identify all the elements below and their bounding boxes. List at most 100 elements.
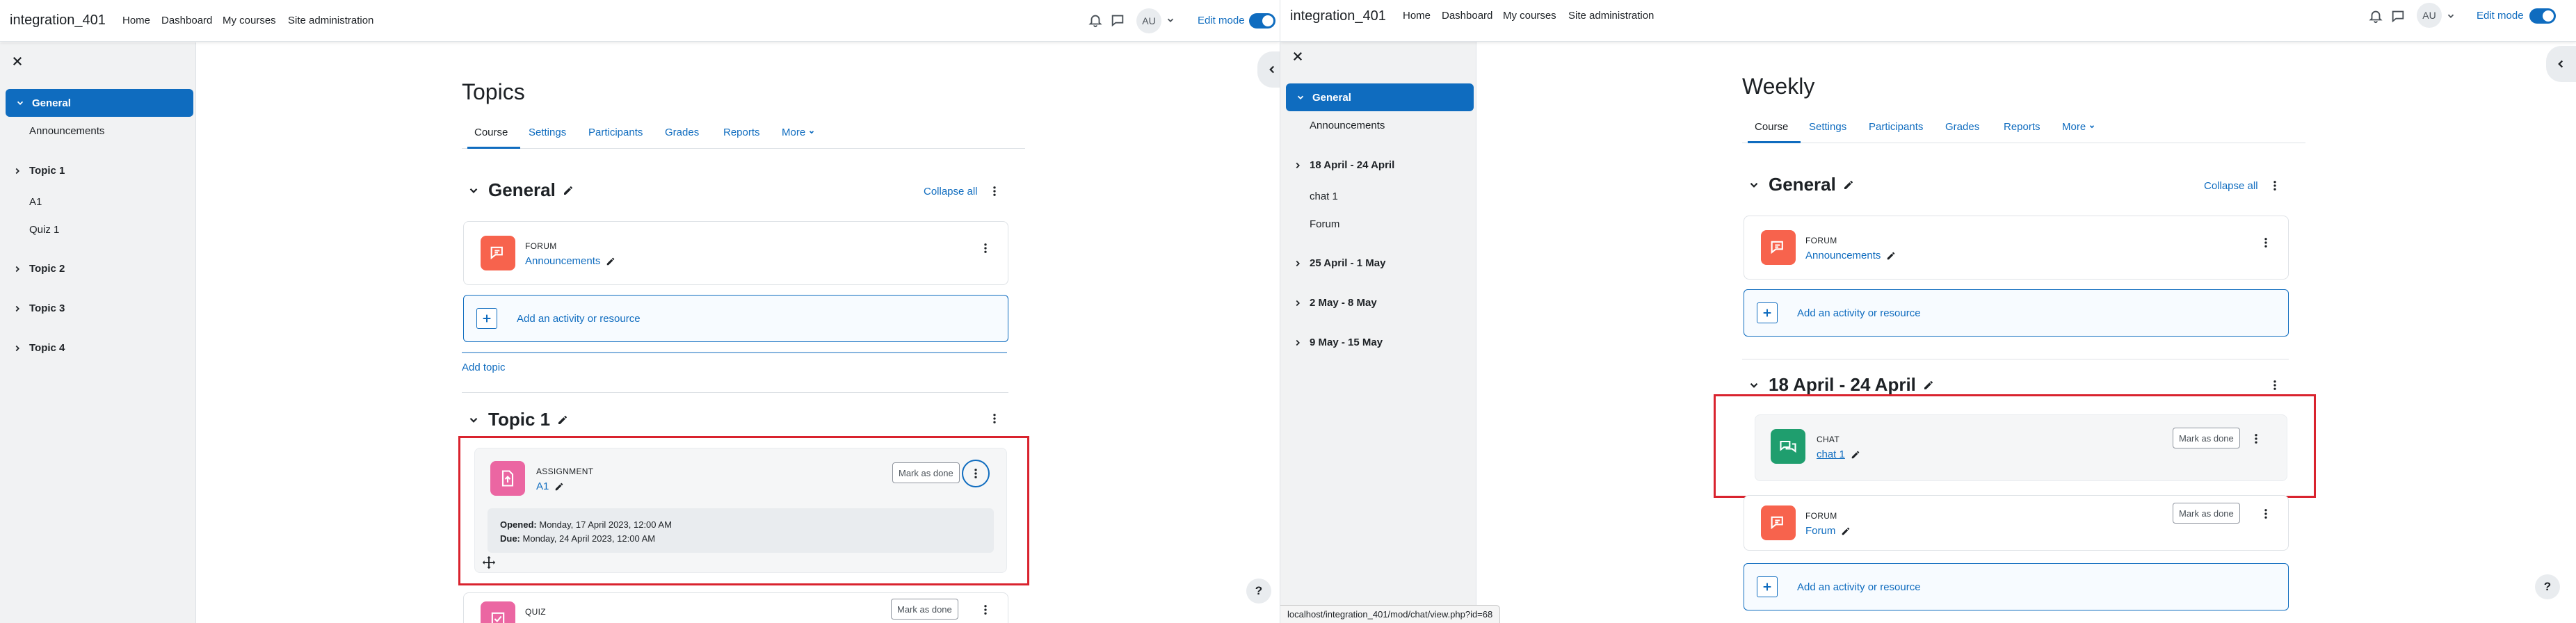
nav-home[interactable]: Home: [122, 15, 150, 26]
pencil-icon[interactable]: [1841, 526, 1851, 536]
message-icon[interactable]: [1110, 13, 1125, 28]
chevron-right-icon[interactable]: [1293, 161, 1303, 170]
nav-dashboard[interactable]: Dashboard: [161, 15, 212, 26]
pencil-icon[interactable]: [1843, 179, 1854, 191]
activity-name-link[interactable]: Forum: [1805, 525, 1851, 537]
course-index-activity[interactable]: chat 1: [1310, 191, 1338, 202]
add-topic-divider: [462, 352, 1007, 353]
tab-course[interactable]: Course: [1755, 121, 1788, 133]
avatar[interactable]: AU: [2417, 3, 2442, 28]
block-drawer-toggle[interactable]: [2546, 46, 2576, 82]
bell-icon[interactable]: [1088, 13, 1103, 28]
course-index-item-general[interactable]: General: [1286, 83, 1474, 111]
course-index-activity[interactable]: Announcements: [29, 125, 104, 137]
pencil-icon[interactable]: [563, 185, 574, 196]
close-icon[interactable]: [11, 55, 24, 67]
mark-as-done-button[interactable]: Mark as done: [2173, 503, 2240, 524]
pencil-icon[interactable]: [1886, 251, 1896, 261]
chevron-right-icon[interactable]: [1293, 259, 1303, 268]
nav-dashboard[interactable]: Dashboard: [1442, 10, 1492, 22]
chevron-down-icon[interactable]: [1166, 15, 1175, 25]
block-drawer-toggle[interactable]: [1257, 51, 1280, 88]
add-activity-button[interactable]: Add an activity or resource: [1744, 289, 2289, 337]
tab-grades[interactable]: Grades: [1945, 121, 1979, 133]
add-topic-link[interactable]: Add topic: [462, 362, 506, 373]
chevron-right-icon[interactable]: [13, 343, 22, 353]
tab-grades[interactable]: Grades: [665, 127, 699, 138]
course-index-section[interactable]: 9 May - 15 May: [1293, 337, 1383, 348]
nav-site-administration[interactable]: Site administration: [288, 15, 373, 26]
bell-icon[interactable]: [2368, 8, 2383, 24]
tab-more[interactable]: More: [782, 127, 815, 138]
tab-settings[interactable]: Settings: [529, 127, 566, 138]
activity-actions-menu[interactable]: [2257, 505, 2274, 522]
nav-my-courses[interactable]: My courses: [223, 15, 276, 26]
activity-name-link[interactable]: Announcements: [525, 255, 615, 267]
section-actions-menu[interactable]: [2267, 177, 2283, 194]
course-index-activity[interactable]: A1: [29, 196, 42, 208]
tab-reports[interactable]: Reports: [2004, 121, 2040, 133]
tab-participants[interactable]: Participants: [588, 127, 643, 138]
tab-participants[interactable]: Participants: [1869, 121, 1923, 133]
chevron-right-icon[interactable]: [13, 166, 22, 176]
message-icon[interactable]: [2390, 8, 2406, 24]
course-index-section[interactable]: 2 May - 8 May: [1293, 297, 1377, 309]
course-index-section[interactable]: Topic 1: [13, 165, 65, 177]
pencil-icon[interactable]: [557, 414, 568, 426]
course-index-item-general[interactable]: General: [6, 89, 193, 117]
help-button[interactable]: ?: [2535, 574, 2560, 599]
activity-actions-menu[interactable]: [977, 601, 994, 618]
chevron-down-icon[interactable]: [2446, 11, 2456, 21]
edit-mode-toggle[interactable]: [2529, 8, 2556, 24]
tab-settings[interactable]: Settings: [1809, 121, 1846, 133]
site-name[interactable]: integration_401: [10, 13, 106, 29]
chevron-right-icon[interactable]: [1293, 338, 1303, 348]
site-name[interactable]: integration_401: [1290, 8, 1386, 24]
edit-mode-toggle[interactable]: [1249, 13, 1275, 29]
pencil-icon[interactable]: [606, 257, 615, 266]
course-index-activity[interactable]: Forum: [1310, 218, 1339, 230]
course-index-section[interactable]: 18 April - 24 April: [1293, 159, 1394, 171]
section-actions-menu[interactable]: [986, 410, 1003, 427]
section-actions-menu[interactable]: [2267, 377, 2283, 394]
chevron-down-icon[interactable]: [1748, 179, 1760, 191]
activity-name-link[interactable]: Announcements: [1805, 250, 1896, 261]
nav-site-administration[interactable]: Site administration: [1568, 10, 1654, 22]
close-icon[interactable]: [1291, 50, 1304, 63]
section-title[interactable]: 18 April - 24 April: [1769, 374, 1916, 396]
section-title[interactable]: Topic 1: [488, 409, 550, 430]
chevron-down-icon[interactable]: [1748, 379, 1760, 391]
course-index-activity[interactable]: Announcements: [1310, 120, 1385, 131]
course-index-activity[interactable]: Quiz 1: [29, 224, 59, 236]
chevron-right-icon[interactable]: [1293, 298, 1303, 308]
collapse-all-link[interactable]: Collapse all: [2204, 180, 2258, 192]
chevron-right-icon[interactable]: [13, 304, 22, 314]
course-index-section[interactable]: Topic 2: [13, 263, 65, 275]
help-button[interactable]: ?: [1246, 578, 1271, 604]
nav-home[interactable]: Home: [1403, 10, 1431, 22]
tab-course[interactable]: Course: [474, 127, 508, 138]
avatar[interactable]: AU: [1136, 8, 1161, 33]
activity-actions-menu[interactable]: [977, 240, 994, 257]
section-title[interactable]: General: [1769, 174, 1836, 195]
chevron-down-icon: [2090, 125, 2095, 129]
chevron-down-icon[interactable]: [467, 414, 480, 426]
chevron-down-icon[interactable]: [467, 184, 480, 197]
course-index-section[interactable]: 25 April - 1 May: [1293, 257, 1385, 269]
course-index-section[interactable]: Topic 3: [13, 302, 65, 314]
tab-more[interactable]: More: [2062, 121, 2095, 133]
section-actions-menu[interactable]: [986, 183, 1003, 200]
chevron-right-icon[interactable]: [13, 264, 22, 274]
course-index-section[interactable]: Topic 4: [13, 342, 65, 354]
add-activity-button[interactable]: Add an activity or resource: [1744, 563, 2289, 610]
add-activity-label: Add an activity or resource: [1797, 307, 1921, 319]
activity-actions-menu[interactable]: [2257, 234, 2274, 251]
nav-my-courses[interactable]: My courses: [1503, 10, 1556, 22]
pencil-icon[interactable]: [1923, 380, 1934, 391]
course-index-item-label: Quiz 1: [29, 224, 60, 236]
section-title[interactable]: General: [488, 179, 556, 201]
mark-as-done-button[interactable]: Mark as done: [891, 599, 958, 620]
collapse-all-link[interactable]: Collapse all: [924, 186, 978, 197]
tab-reports[interactable]: Reports: [723, 127, 760, 138]
add-activity-button[interactable]: Add an activity or resource: [463, 295, 1008, 342]
